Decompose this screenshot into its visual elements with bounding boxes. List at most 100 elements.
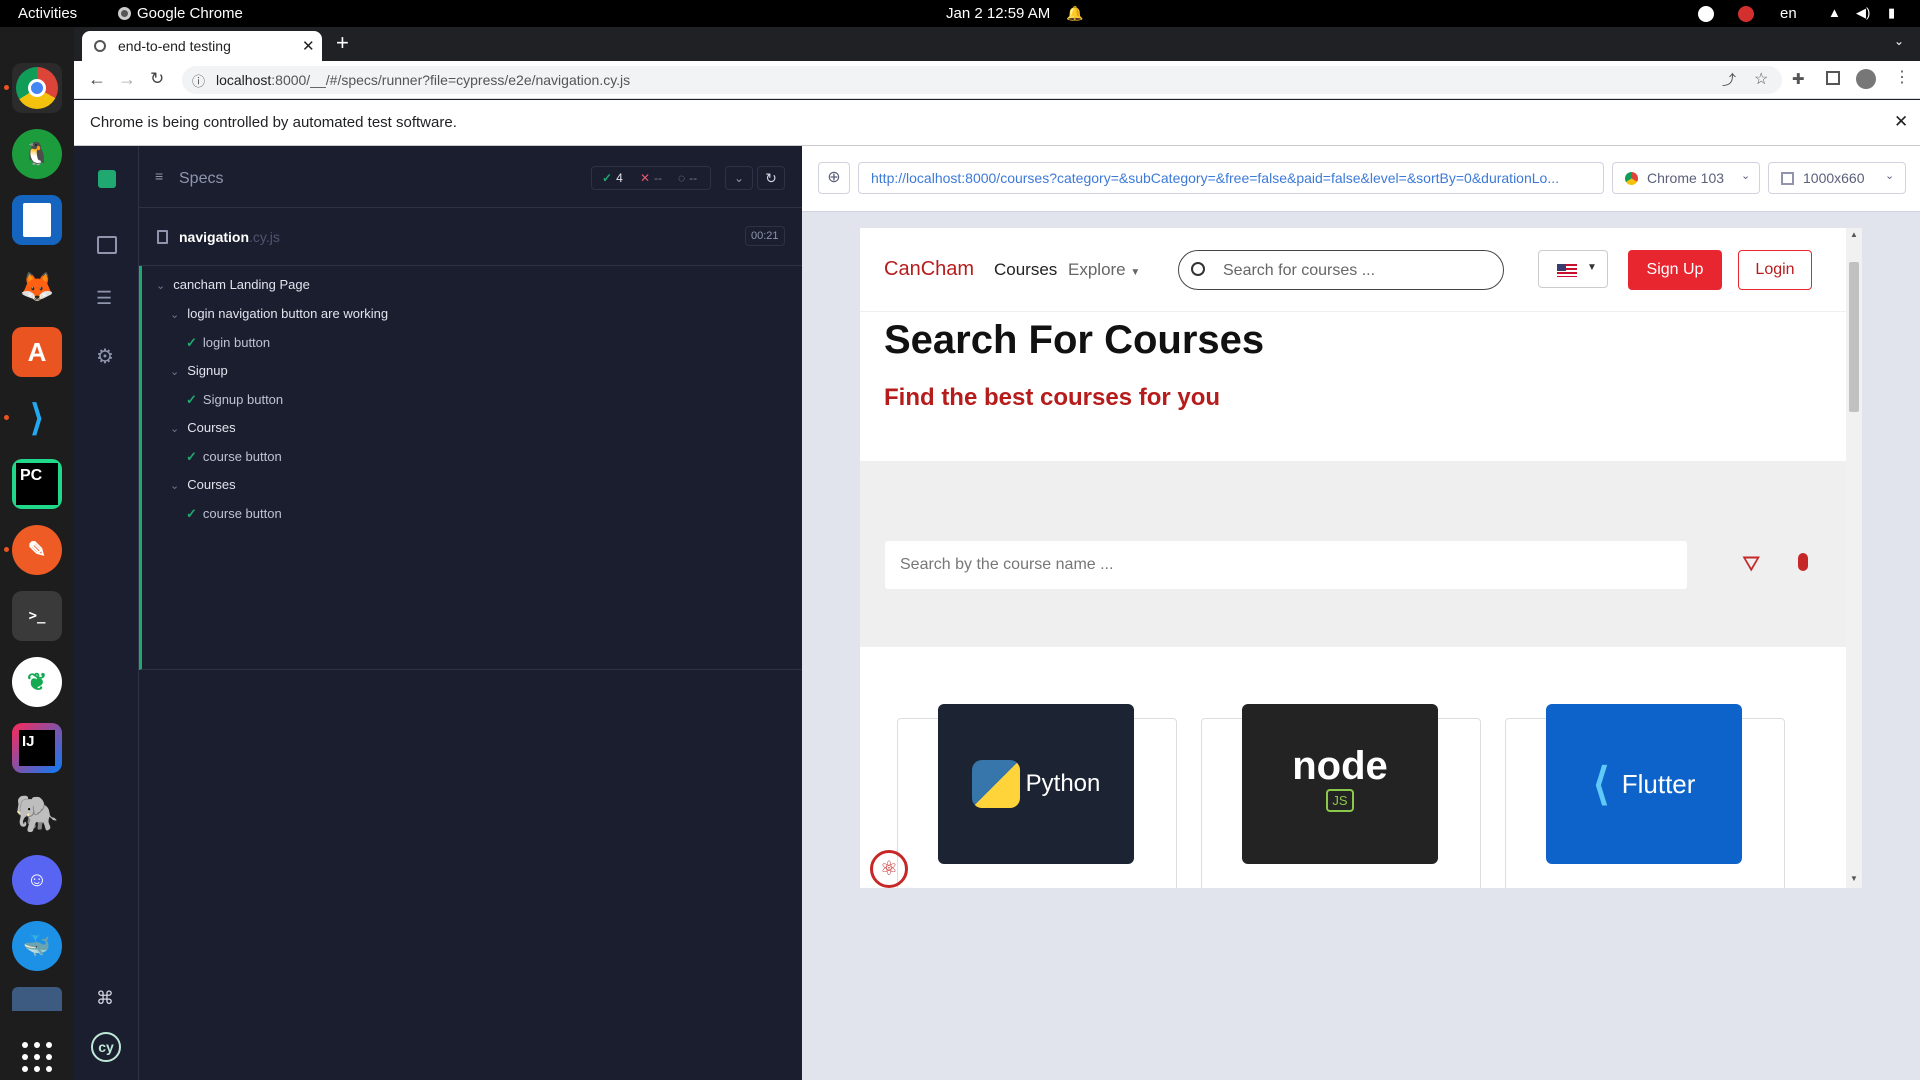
alarm-clock-icon[interactable]: 🐧 [12, 129, 62, 179]
chrome-icon[interactable] [12, 63, 62, 113]
tab-search-icon[interactable]: ⌄ [1894, 34, 1904, 48]
extensions-icon[interactable]: ✚ [1792, 70, 1805, 88]
mysql-workbench-icon[interactable] [12, 987, 62, 1011]
show-apps-icon[interactable] [12, 1032, 62, 1080]
chevron-down-icon: ⌄ [156, 280, 166, 292]
forward-icon[interactable]: → [118, 69, 136, 90]
aut-url-bar[interactable]: http://localhost:8000/courses?category=&… [858, 162, 1604, 194]
chrome-small-icon [118, 7, 131, 20]
mongodb-icon[interactable]: ❦ [12, 657, 62, 707]
scroll-thumb[interactable] [1849, 262, 1859, 412]
language-indicator[interactable]: en [1780, 5, 1797, 22]
postman-icon[interactable]: ✎ [12, 525, 62, 575]
gimp-icon[interactable]: 🦊 [12, 261, 62, 311]
rerun-button[interactable]: ↻ [757, 166, 785, 190]
test-row[interactable]: ✓ login button [186, 335, 270, 351]
intellij-icon[interactable]: IJ [12, 723, 62, 773]
filter-icon[interactable]: ⛛ [1742, 551, 1760, 577]
new-tab-button[interactable]: + [336, 30, 349, 56]
test-group-row[interactable]: ⌄ Courses [170, 420, 236, 435]
passed-check-icon: ✓ [186, 506, 197, 521]
specs-label[interactable]: Specs [179, 170, 223, 188]
course-search-input[interactable]: Search by the course name ... [885, 541, 1687, 589]
tab-close-icon[interactable]: ✕ [302, 37, 315, 55]
course-search-section: Search by the course name ... ⛛ [860, 461, 1846, 647]
chrome-menu-icon[interactable]: ⋮ [1894, 67, 1910, 87]
side-panel-icon[interactable] [1826, 71, 1840, 85]
pycharm-icon[interactable]: PC [12, 459, 62, 509]
aut-scrollbar[interactable]: ▲ ▼ [1846, 228, 1862, 888]
scroll-up-arrow[interactable]: ▲ [1850, 230, 1858, 239]
login-button[interactable]: Login [1738, 250, 1812, 290]
writer-icon[interactable] [12, 195, 62, 245]
postgres-icon[interactable]: 🐘 [12, 789, 62, 839]
specs-list-icon[interactable]: ☰ [96, 288, 112, 309]
viewport-selector[interactable]: 1000x660 ⌄ [1768, 162, 1906, 194]
wifi-icon[interactable]: ▲ [1828, 5, 1841, 20]
passed-check-icon: ✓ [602, 171, 613, 185]
brand-logo[interactable]: CanCham [884, 258, 974, 281]
terminal-icon[interactable]: >_ [12, 591, 62, 641]
nav-courses-link[interactable]: Courses [994, 260, 1057, 280]
profile-avatar[interactable] [1856, 69, 1876, 89]
active-app-menu[interactable]: Google Chrome [118, 5, 243, 22]
browser-selector[interactable]: Chrome 103 ⌄ [1612, 162, 1760, 194]
microphone-icon[interactable] [1798, 553, 1808, 571]
status-tray-icon[interactable] [1698, 6, 1714, 22]
docker-icon[interactable]: 🐳 [12, 921, 62, 971]
browser-tab[interactable]: end-to-end testing ✕ [82, 31, 322, 61]
test-group-title: login navigation button are working [187, 306, 389, 321]
activities-button[interactable]: Activities [18, 5, 77, 22]
battery-icon[interactable]: ▮ [1888, 5, 1895, 21]
address-bar[interactable]: ⓘ localhost:8000/__/#/specs/runner?file=… [182, 66, 1782, 94]
aut-iframe[interactable]: CanCham Courses Explore ▼ Search for cou… [860, 228, 1862, 888]
share-icon[interactable]: ⤴ [1722, 70, 1736, 90]
test-row[interactable]: ✓ Signup button [186, 392, 283, 408]
runs-icon[interactable] [97, 236, 117, 254]
clock[interactable]: Jan 2 12:59 AM [946, 5, 1050, 22]
signup-button[interactable]: Sign Up [1628, 250, 1722, 290]
nav-search-input[interactable]: Search for courses ... [1178, 250, 1504, 290]
cypress-project-icon[interactable] [98, 170, 116, 188]
redshift-tray-icon[interactable] [1738, 6, 1754, 22]
course-card-image[interactable]: ⟨ Flutter [1546, 704, 1742, 864]
specs-toggle-icon[interactable]: ≡ [155, 168, 163, 184]
caret-down-icon: ▼ [1130, 267, 1141, 278]
bookmark-star-icon[interactable]: ☆ [1754, 69, 1768, 89]
notification-bell-icon[interactable]: 🔔 [1066, 5, 1083, 22]
test-group-row[interactable]: ⌄ Courses [170, 477, 236, 492]
active-app-name: Google Chrome [137, 5, 243, 22]
course-card-label: node [1292, 744, 1388, 788]
python-logo-icon [971, 760, 1020, 808]
site-info-icon[interactable]: ⓘ [192, 71, 205, 90]
test-group-row[interactable]: ⌄ Signup [170, 363, 228, 378]
scroll-down-arrow[interactable]: ▼ [1850, 874, 1858, 883]
test-title: course button [202, 506, 282, 521]
keyboard-shortcuts-icon[interactable]: ⌘ [96, 988, 114, 1009]
reload-icon[interactable]: ↻ [150, 69, 164, 89]
selector-playground-button[interactable]: ⊕ [818, 162, 850, 194]
course-card-label: Python [1025, 770, 1101, 797]
test-row[interactable]: ✓ course button [186, 506, 282, 522]
back-icon[interactable]: ← [88, 69, 106, 90]
discord-icon[interactable]: ☺ [12, 855, 62, 905]
nav-explore-dropdown[interactable]: Explore ▼ [1068, 260, 1140, 280]
react-devtools-icon[interactable]: ⚛ [870, 850, 908, 888]
course-card-image[interactable]: node JS [1242, 704, 1438, 864]
app-center-icon[interactable]: A [12, 327, 62, 377]
collapse-all-button[interactable]: ⌄ [725, 166, 753, 190]
infobar-close-icon[interactable]: ✕ [1894, 112, 1908, 132]
settings-icon[interactable]: ⚙ [96, 344, 114, 369]
reporter-header: ≡ Specs ✓ 4 ✕ -- ◌ -- ⌄ ↻ [139, 146, 802, 208]
language-selector[interactable]: ▼ [1538, 250, 1608, 288]
cypress-reporter: ≡ Specs ✓ 4 ✕ -- ◌ -- ⌄ ↻ navigation.cy.js … [139, 146, 802, 1080]
nodejs-hex-icon: JS [1326, 789, 1354, 812]
course-card-image[interactable]: Python [938, 704, 1134, 864]
volume-icon[interactable]: ◀) [1856, 5, 1870, 21]
aut-header: ⊕ http://localhost:8000/courses?category… [802, 146, 1920, 212]
test-row[interactable]: ✓ course button [186, 449, 282, 465]
test-group-row[interactable]: ⌄ login navigation button are working [170, 306, 388, 321]
cypress-logo[interactable]: cy [91, 1032, 121, 1062]
vscode-icon[interactable]: ⟩ [12, 393, 62, 443]
suite-row[interactable]: ⌄ cancham Landing Page [156, 277, 310, 292]
